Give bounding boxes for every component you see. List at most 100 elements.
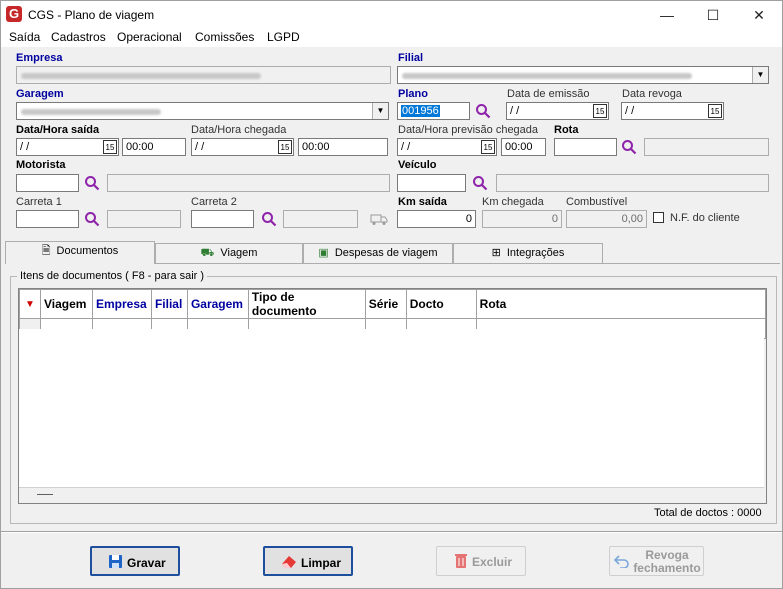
col-serie[interactable]: Série — [364, 289, 407, 319]
data-revoga-field[interactable]: / / 15 — [621, 102, 724, 120]
rota-label: Rota — [554, 124, 579, 136]
grid-empty-area[interactable] — [19, 329, 764, 487]
km-saida-field[interactable]: 0 — [397, 210, 476, 228]
calendar-icon[interactable]: 15 — [593, 104, 607, 118]
excluir-button[interactable]: Excluir — [436, 546, 526, 576]
col-rota[interactable]: Rota — [475, 289, 767, 319]
title-bar: G CGS - Plano de viagem — ☐ ✕ — [1, 1, 782, 29]
km-saida-label: Km saída — [398, 196, 447, 208]
search-icon[interactable] — [621, 139, 637, 155]
gravar-button[interactable]: Gravar — [90, 546, 180, 576]
nf-cliente-checkbox[interactable] — [653, 212, 664, 223]
col-docto[interactable]: Docto — [405, 289, 477, 319]
data-chegada-field[interactable]: / / 15 — [191, 138, 294, 156]
scrollbar-thumb[interactable] — [37, 494, 53, 495]
motorista-field[interactable] — [16, 174, 79, 192]
hora-chegada-field[interactable]: 00:00 — [298, 138, 388, 156]
garagem-select[interactable]: ▼ — [16, 102, 389, 120]
plano-field[interactable]: 001956 — [397, 102, 470, 120]
integration-icon: ⊞ — [491, 247, 501, 259]
revoga-fechamento-button[interactable]: Revoga fechamento — [609, 546, 704, 576]
main-window: G CGS - Plano de viagem — ☐ ✕ Saída Cada… — [0, 0, 783, 589]
filial-label: Filial — [398, 52, 424, 64]
combustivel-label: Combustível — [566, 196, 628, 208]
divider — [1, 532, 782, 533]
data-prev-field[interactable]: / / 15 — [397, 138, 497, 156]
col-empresa[interactable]: Empresa — [91, 289, 152, 319]
date-value: / / — [510, 105, 520, 117]
veiculo-descricao-field — [496, 174, 769, 192]
total-doctos: Total de doctos : 0000 — [654, 507, 762, 519]
tab-despesas[interactable]: ▣ Despesas de viagem — [303, 243, 453, 263]
empresa-field[interactable] — [16, 66, 391, 84]
carreta2-descricao-field — [283, 210, 358, 228]
carreta1-descricao-field — [107, 210, 181, 228]
menu-cadastros[interactable]: Cadastros — [51, 30, 106, 44]
tab-label: Viagem — [220, 247, 258, 259]
menu-operacional[interactable]: Operacional — [117, 30, 182, 44]
documents-icon: 🗎 — [41, 245, 51, 257]
search-icon[interactable] — [84, 211, 100, 227]
search-icon[interactable] — [261, 211, 277, 227]
window-title: CGS - Plano de viagem — [28, 8, 155, 22]
chevron-down-icon[interactable]: ▼ — [752, 67, 768, 83]
search-icon[interactable] — [475, 103, 491, 119]
rota-descricao-field — [644, 138, 769, 156]
search-icon[interactable] — [84, 175, 100, 191]
calendar-icon[interactable]: 15 — [278, 140, 292, 154]
col-viagem[interactable]: Viagem — [39, 289, 93, 319]
plano-label: Plano — [398, 88, 428, 100]
calendar-icon[interactable]: 15 — [481, 140, 495, 154]
data-emissao-field[interactable]: / / 15 — [506, 102, 609, 120]
search-icon[interactable] — [472, 175, 488, 191]
tab-label: Despesas de viagem — [334, 247, 438, 259]
menu-lgpd[interactable]: LGPD — [267, 30, 300, 44]
tab-viagem[interactable]: ⛟ Viagem — [155, 243, 303, 263]
calendar-icon[interactable]: 15 — [103, 140, 117, 154]
gravar-label: Gravar — [127, 556, 166, 570]
data-hora-prev-label: Data/Hora previsão chegada — [398, 124, 539, 136]
col-filial[interactable]: Filial — [150, 289, 188, 319]
group-title: Itens de documentos ( F8 - para sair ) — [17, 270, 208, 282]
documents-grid[interactable]: ▼ Viagem Empresa Filial Garagem Tipo de … — [18, 288, 767, 504]
data-hora-saida-label: Data/Hora saída — [16, 124, 100, 136]
truck-icon — [370, 214, 388, 225]
carreta1-field[interactable] — [16, 210, 79, 228]
motorista-nome-field — [107, 174, 390, 192]
menu-comissoes[interactable]: Comissões — [195, 30, 254, 44]
undo-icon — [614, 555, 629, 568]
menu-saida[interactable]: Saída — [9, 30, 40, 44]
rota-field[interactable] — [554, 138, 617, 156]
hora-prev-field[interactable]: 00:00 — [501, 138, 546, 156]
data-hora-chegada-label: Data/Hora chegada — [191, 124, 287, 136]
close-icon[interactable]: ✕ — [736, 1, 782, 29]
veiculo-field[interactable] — [397, 174, 466, 192]
filial-select[interactable]: ▼ — [397, 66, 769, 84]
tab-integracoes[interactable]: ⊞ Integrações — [453, 243, 603, 263]
tab-label: Documentos — [56, 245, 119, 257]
date-value: / / — [195, 141, 205, 153]
col-garagem[interactable]: Garagem — [186, 289, 249, 319]
tab-documentos[interactable]: 🗎 Documentos — [5, 241, 155, 264]
calendar-icon[interactable]: 15 — [708, 104, 722, 118]
trash-icon — [455, 554, 467, 568]
limpar-button[interactable]: Limpar — [263, 546, 353, 576]
tab-bar: 🗎 Documentos ⛟ Viagem ▣ Despesas de viagem … — [5, 241, 780, 264]
combustivel-field: 0,00 — [566, 210, 647, 228]
chevron-down-icon[interactable]: ▼ — [372, 103, 388, 119]
empresa-label: Empresa — [16, 52, 63, 64]
carreta1-label: Carreta 1 — [16, 196, 62, 208]
date-value: / / — [20, 141, 30, 153]
maximize-icon[interactable]: ☐ — [690, 1, 736, 29]
grid-hscrollbar[interactable] — [19, 487, 764, 502]
hora-saida-field[interactable]: 00:00 — [122, 138, 186, 156]
col-tipo-documento[interactable]: Tipo de documento — [247, 289, 366, 319]
save-icon — [109, 555, 122, 568]
minimize-icon[interactable]: — — [644, 1, 690, 29]
data-saida-field[interactable]: / / 15 — [16, 138, 119, 156]
eraser-icon — [282, 556, 296, 568]
date-value: / / — [625, 105, 635, 117]
carreta2-field[interactable] — [191, 210, 254, 228]
row-indicator-icon[interactable]: ▼ — [19, 289, 41, 319]
money-icon: ▣ — [318, 247, 329, 259]
